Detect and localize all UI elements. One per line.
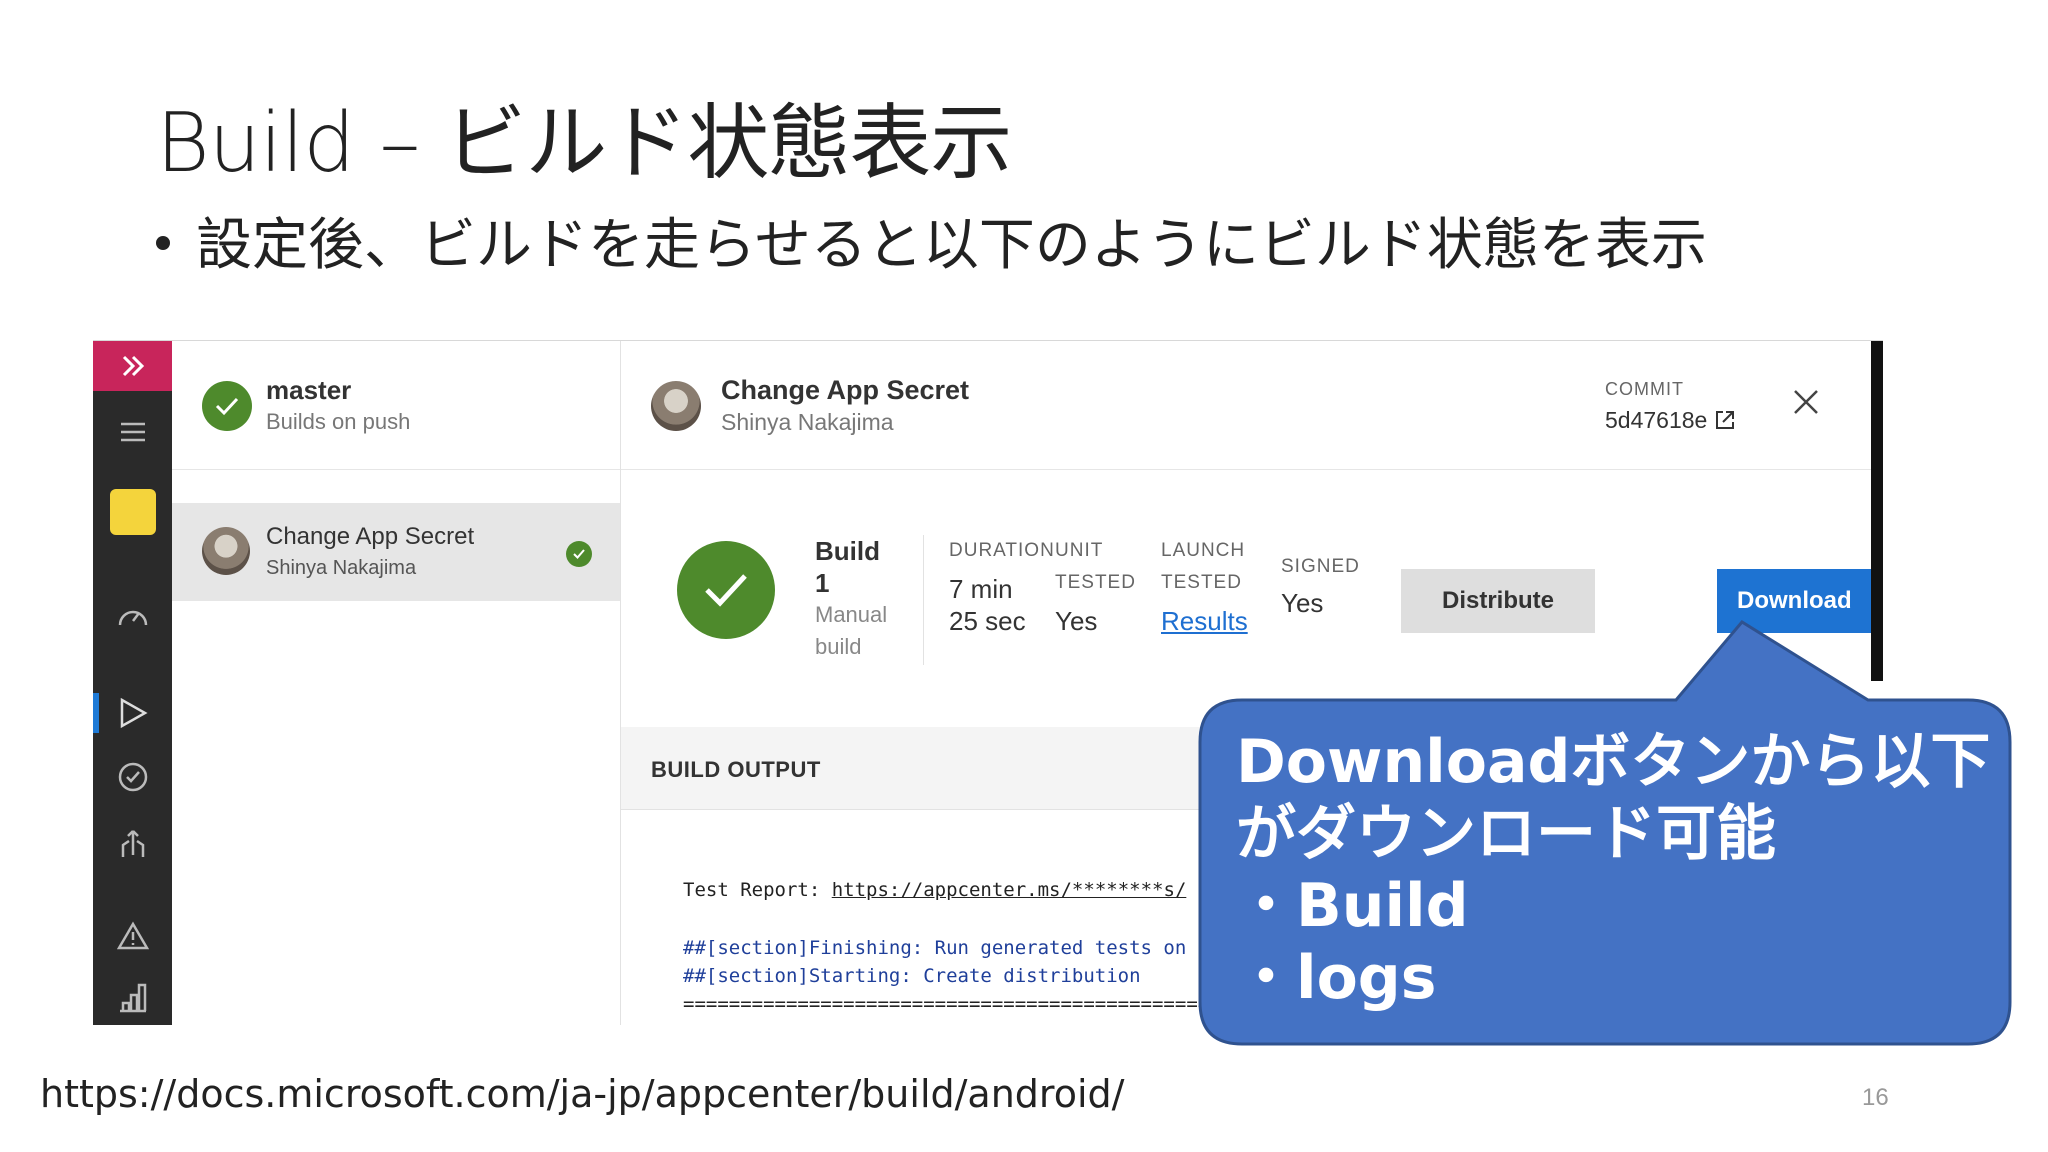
build-status-success-icon bbox=[677, 541, 775, 639]
branch-builds-panel: master Builds on push Change App Secret … bbox=[172, 341, 621, 1025]
scrollbar[interactable] bbox=[1871, 341, 1883, 681]
signed-value: Yes bbox=[1281, 588, 1324, 618]
distribute-icon[interactable] bbox=[93, 827, 172, 859]
unit-tested-value: Yes bbox=[1055, 606, 1098, 636]
page-number: 16 bbox=[1862, 1084, 1889, 1111]
app-center-logo[interactable] bbox=[93, 341, 172, 391]
branch-name: master bbox=[266, 375, 352, 405]
bullet-text: 設定後、ビルドを走らせると以下のようにビルド状態を表示 bbox=[196, 213, 1707, 278]
build-detail-header: Change App Secret Shinya Nakajima COMMIT… bbox=[621, 341, 1871, 470]
unit-tested-label: UNIT TESTED bbox=[1055, 540, 1136, 593]
external-link-icon bbox=[1715, 411, 1734, 429]
launch-test-results-link[interactable]: Results bbox=[1161, 605, 1248, 637]
build-success-icon bbox=[566, 541, 592, 567]
branch-header[interactable]: master Builds on push bbox=[172, 341, 620, 470]
bullet-dot bbox=[156, 235, 170, 250]
build-trigger-type: Manual build bbox=[815, 602, 888, 659]
test-report-link[interactable]: https://appcenter.ms/********s/ bbox=[832, 879, 1187, 901]
commit-message: Change App Secret bbox=[721, 375, 970, 405]
build-play-icon[interactable] bbox=[93, 697, 172, 729]
commit-hash-link[interactable]: 5d47618e bbox=[1605, 407, 1736, 434]
test-check-icon[interactable] bbox=[93, 761, 172, 793]
build-number: Build 1 bbox=[815, 536, 880, 598]
duration-value: 7 min 25 sec bbox=[949, 574, 1026, 636]
branch-success-icon bbox=[202, 381, 252, 431]
bullet-item: 設定後、ビルドを走らせると以下のようにビルド状態を表示 bbox=[156, 200, 1707, 281]
build-summary: Build 1 Manual build DURATION 7 min 25 s… bbox=[621, 469, 1883, 728]
branch-trigger: Builds on push bbox=[266, 409, 411, 434]
download-button[interactable]: Download bbox=[1717, 569, 1883, 633]
app-avatar-icon[interactable] bbox=[93, 489, 172, 535]
author-avatar bbox=[202, 527, 250, 575]
launch-tested-label: LAUNCH TESTED bbox=[1161, 540, 1246, 593]
build-list-item[interactable]: Change App Secret Shinya Nakajima bbox=[172, 503, 620, 601]
distribute-button[interactable]: Distribute bbox=[1401, 569, 1595, 633]
signed-label: SIGNED bbox=[1281, 556, 1360, 577]
log-line-report: Test Report: https://appcenter.ms/******… bbox=[683, 879, 1187, 901]
close-icon[interactable] bbox=[1791, 387, 1821, 417]
divider bbox=[923, 535, 924, 665]
log-line: ========================================… bbox=[683, 993, 1255, 1015]
log-line: ##[section]Starting: Create distribution bbox=[683, 965, 1141, 987]
commit-label: COMMIT bbox=[1605, 379, 1684, 399]
author-avatar bbox=[651, 381, 701, 431]
callout-text: Downloadボタンから以下 がダウンロード可能 ・Build ・logs bbox=[1236, 727, 1991, 1013]
nav-rail bbox=[93, 341, 172, 1025]
slide-title: Build – ビルド状態表示 bbox=[156, 96, 1012, 191]
menu-icon[interactable] bbox=[93, 421, 172, 443]
log-line: ##[section]Finishing: Run generated test… bbox=[683, 937, 1187, 959]
analytics-icon[interactable] bbox=[93, 981, 172, 1013]
dashboard-icon[interactable] bbox=[93, 603, 172, 629]
diagnostics-warning-icon[interactable] bbox=[93, 921, 172, 951]
build-item-author: Shinya Nakajima bbox=[266, 557, 417, 579]
commit-hash: 5d47618e bbox=[1605, 407, 1708, 433]
commit-author: Shinya Nakajima bbox=[721, 409, 894, 435]
download-button-label: Download bbox=[1737, 587, 1852, 614]
build-output-title: BUILD OUTPUT bbox=[651, 757, 821, 782]
duration-label: DURATION bbox=[949, 540, 1055, 561]
build-item-title: Change App Secret bbox=[266, 523, 475, 550]
source-url: https://docs.microsoft.com/ja-jp/appcent… bbox=[40, 1072, 1125, 1116]
